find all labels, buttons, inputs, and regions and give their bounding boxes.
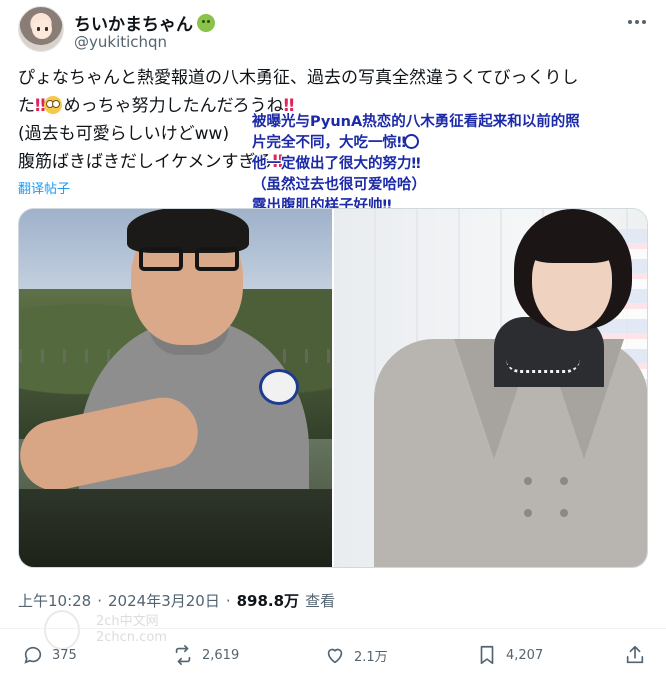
name-row: ちいかまちゃん [74,10,215,35]
jacket-button [560,509,568,517]
smile-icon [404,134,420,149]
double-exclamation-icon: ‼ [35,96,46,116]
overlay-line-4: （虽然过去也很可爱哈哈） [252,177,426,193]
tweet-line-1: ぴょなちゃんと熱愛報道の八木勇征、過去の写真全然違うくてびっくりし [18,68,579,88]
jacket-button [524,509,532,517]
translate-post-link[interactable]: 翻译帖子 [18,178,70,197]
photo-present-necklace [506,359,580,373]
jacket-button [524,477,532,485]
photo-past-railing [19,489,332,567]
retweet-icon [175,645,191,665]
avatar[interactable] [18,6,64,52]
tweet-header: ちいかまちゃん @yukitichqn [18,6,648,54]
flushed-face-icon [43,96,62,114]
jacket-button [560,477,568,485]
photo-past-shirt-logo [259,369,299,405]
tweet-line-4-text: 腹筋ばきばきだしイケメンすぎる [18,152,273,172]
double-exclamation-icon: ‼ [397,135,406,151]
reply-icon [24,646,42,664]
retweet-button[interactable]: 2,619 [172,644,239,666]
overlay-line-1: 被曝光与PyunA热恋的八木勇征看起来和以前的照 [252,114,580,130]
avatar-eye [37,27,40,31]
user-handle[interactable]: @yukitichqn [74,33,167,51]
action-bar: 375 2,619 2.1万 4,207 [18,644,648,670]
overlay-line-3: 他一定做出了很大的努力‼ [252,154,662,175]
display-name[interactable]: ちいかまちゃん [74,10,193,35]
overlay-line-3-text: 他一定做出了很大的努力 [252,156,412,172]
share-button[interactable] [624,644,646,666]
heart-icon [327,648,343,664]
retweet-count: 2,619 [202,647,240,663]
divider [0,628,666,629]
translation-overlay: 被曝光与PyunA热恋的八木勇征看起来和以前的照 片完全不同，大吃一惊‼ 他一定… [252,112,662,217]
photo-present[interactable] [334,209,647,567]
overlay-line-2: 片完全不同，大吃一惊‼ [252,133,662,154]
bookmark-count: 4,207 [506,647,544,663]
views-count: 898.8万 [236,592,300,610]
views-label[interactable]: 查看 [305,590,335,611]
overlay-line-2-text: 片完全不同，大吃一惊 [252,135,397,151]
photo-past[interactable] [19,209,332,567]
share-icon [626,645,644,664]
meta-separator: · [225,592,231,610]
avatar-eye [45,27,48,31]
like-button[interactable]: 2.1万 [324,644,388,666]
reply-button[interactable]: 375 [22,644,77,666]
avatar-face [32,19,52,39]
tweet-line-2-start: た [18,96,35,116]
photo-present-bangs [524,219,620,263]
photo-past-glasses [139,247,239,273]
bookmark-icon [480,645,494,665]
tweet-line-2-rest: めっちゃ努力したんだろうね [63,96,284,116]
bookmark-button[interactable]: 4,207 [476,644,543,666]
like-count: 2.1万 [354,649,388,665]
watermark-text: 2ch中文网 2chcn.com [96,614,167,646]
more-options-icon[interactable] [626,12,648,32]
media-grid [18,208,648,568]
nauseated-face-icon [197,13,215,32]
double-exclamation-icon: ‼ [411,156,421,172]
reply-count: 375 [52,647,77,663]
